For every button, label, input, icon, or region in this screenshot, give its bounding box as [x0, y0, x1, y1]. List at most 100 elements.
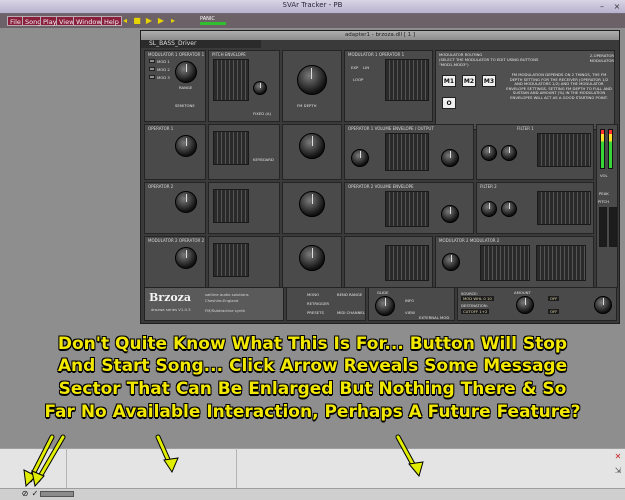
panel-title: MODULATOR 1 OPERATOR 1 — [348, 52, 405, 57]
amount1-knob[interactable] — [516, 296, 534, 314]
mod2-envelope-sliders[interactable] — [213, 243, 249, 277]
routing-description: FM MODULATION DEPENDS ON 2 THINGS, THE F… — [506, 72, 612, 100]
app-titlebar: SVAr Tracker - PB – × — [0, 0, 625, 14]
routing-m2[interactable]: M2 — [462, 75, 476, 87]
pan-knob[interactable] — [351, 149, 369, 167]
pitch-knob[interactable] — [253, 81, 267, 95]
menu-help[interactable]: Help — [101, 16, 122, 26]
mod2-mod-sliders[interactable] — [480, 245, 530, 281]
routing-m3[interactable]: M3 — [482, 75, 496, 87]
preset-name: SL_BASS_Driver — [141, 40, 261, 48]
panel-title: FILTER 1 — [517, 126, 534, 131]
play-icon[interactable]: ▶ — [144, 16, 154, 26]
play-pattern-icon[interactable]: ▶ — [156, 16, 166, 26]
op1-range-knob[interactable] — [175, 135, 197, 157]
mod-select-panel: MODULATOR 1 OPERATOR 1 MOD 1 MOD 2 MOD 3… — [144, 50, 206, 122]
retrigger-label[interactable]: RETRIGGER — [307, 301, 329, 306]
operator2-wave-panel: OPERATOR 2 — [144, 182, 206, 234]
envelope-sliders[interactable] — [213, 59, 249, 101]
annotation-line-3: Sector That Can Be Enlarged But Nothing … — [58, 379, 567, 399]
op2-fm-depth-knob[interactable] — [299, 191, 325, 217]
rewind-icon[interactable]: ◂ — [120, 16, 130, 26]
op1-fm-depth-knob[interactable] — [299, 133, 325, 159]
global-options-panel: MONO RETRIGGER PRESETS BEND RANGE MIDI C… — [286, 287, 366, 321]
pitch-wheel-label: PITCH — [598, 199, 610, 204]
filter2-reson-knob[interactable] — [501, 201, 517, 217]
routing-o[interactable]: O — [442, 97, 456, 109]
peak-label: PEAK — [599, 191, 609, 196]
close-x-icon[interactable]: ✕ — [612, 452, 624, 462]
mod1-envelope-panel: MODULATOR 1 OPERATOR 1 EXP LIN LOOP — [344, 50, 433, 122]
view-label[interactable]: VIEW — [405, 310, 415, 315]
op2-range-knob[interactable] — [175, 191, 197, 213]
close-icon[interactable]: × — [612, 2, 622, 11]
record-stop-icon[interactable]: ⊘ — [20, 489, 30, 499]
fm-depth-panel: FM DEPTH — [282, 50, 342, 122]
bend-range-label: BEND RANGE — [337, 292, 363, 297]
mod3-button[interactable] — [149, 75, 155, 79]
mod2-env-sliders[interactable] — [385, 245, 429, 281]
plugin-title: adapter1 - brzoza.dll [ 1 ] — [344, 32, 416, 38]
filter1-sliders[interactable] — [537, 133, 591, 167]
mod2-button[interactable] — [149, 67, 155, 71]
external-mod-panel: SOURCE: MOD WHL 0 10 DESTINATION: CUTOFF… — [457, 287, 617, 321]
filter1-cutoff-knob[interactable] — [481, 145, 497, 161]
fast-forward-icon[interactable]: ▸ — [168, 16, 178, 26]
mod2-mod2-sliders[interactable] — [536, 245, 586, 281]
op2-volume-panel: OPERATOR 2 VOLUME ENVELOPE — [344, 182, 474, 234]
presets-label[interactable]: PRESETS — [307, 310, 324, 315]
source2-select[interactable]: OFF — [548, 296, 560, 301]
op1-vol-sliders[interactable] — [385, 133, 429, 171]
mod3-label: MOD 3 — [157, 75, 170, 80]
panel-title: OPERATOR 2 VOLUME ENVELOPE — [348, 184, 414, 189]
mod-envelope-sliders[interactable] — [385, 59, 429, 101]
amount2-knob[interactable] — [594, 296, 612, 314]
filter1-panel: FILTER 1 — [476, 124, 594, 180]
destination2-select[interactable]: OFF — [548, 309, 560, 314]
op1-mix-knob[interactable] — [441, 149, 459, 167]
op2-vol-sliders[interactable] — [385, 191, 429, 227]
mod2-select-panel: MODULATOR 2 OPERATOR 2 — [144, 236, 206, 288]
stop-icon[interactable]: ■ — [132, 16, 142, 26]
mod2-fm-depth-knob[interactable] — [299, 245, 325, 271]
operator-mod-label: 2-OPERATOR MODULATOR — [589, 53, 614, 63]
checkmark-icon[interactable]: ✓ — [30, 489, 40, 499]
annotation-line-1: Don't Quite Know What This Is For... But… — [57, 334, 568, 354]
status-bar — [0, 488, 625, 500]
minimize-icon[interactable]: – — [597, 2, 607, 11]
destination-select[interactable]: CUTOFF 1+2 — [461, 309, 490, 314]
logo-series: drozwa series V1.0.3 — [151, 307, 191, 312]
panel-title: PITCH ENVELOPE — [212, 52, 246, 57]
panel-title: MODULATOR 2 OPERATOR 2 — [148, 238, 205, 243]
glide-knob[interactable] — [375, 296, 395, 316]
routing-m1[interactable]: M1 — [442, 75, 456, 87]
op2-envelope-sliders[interactable] — [213, 189, 249, 223]
resize-icon[interactable]: ⇲ — [612, 466, 624, 476]
midi-channel-label: MIDI CHANNEL — [337, 310, 365, 315]
range-knob[interactable] — [175, 61, 197, 83]
op1-envelope-sliders[interactable] — [213, 131, 249, 165]
status-progress — [40, 491, 74, 497]
op2-mix-knob[interactable] — [441, 205, 459, 223]
range-label: RANGE — [179, 85, 193, 90]
mod2-mod-knob[interactable] — [442, 253, 460, 271]
fixed-label: FIXED (A) — [253, 111, 271, 116]
panel-title: OPERATOR 1 — [148, 126, 174, 131]
message-divider — [236, 448, 237, 488]
source-select[interactable]: MOD WHL 0 10 — [461, 296, 494, 301]
mono-label[interactable]: MONO — [307, 292, 319, 297]
plugin-titlebar: adapter1 - brzoza.dll [ 1 ] — [141, 31, 619, 40]
info-label[interactable]: INFO — [405, 298, 414, 303]
pitch-wheel[interactable] — [599, 207, 607, 247]
mod-wheel[interactable] — [609, 207, 617, 247]
fm-depth-knob[interactable] — [297, 65, 327, 95]
filter2-sliders[interactable] — [537, 191, 591, 225]
mod2-range-knob[interactable] — [175, 247, 197, 269]
lin-label: LIN — [363, 65, 370, 70]
op2-fm-panel — [282, 182, 342, 234]
filter2-cutoff-knob[interactable] — [481, 201, 497, 217]
filter1-reson-knob[interactable] — [501, 145, 517, 161]
panel-title: FILTER 2 — [480, 184, 497, 189]
mod1-button[interactable] — [149, 59, 155, 63]
mod2-pitch-panel — [208, 236, 280, 288]
